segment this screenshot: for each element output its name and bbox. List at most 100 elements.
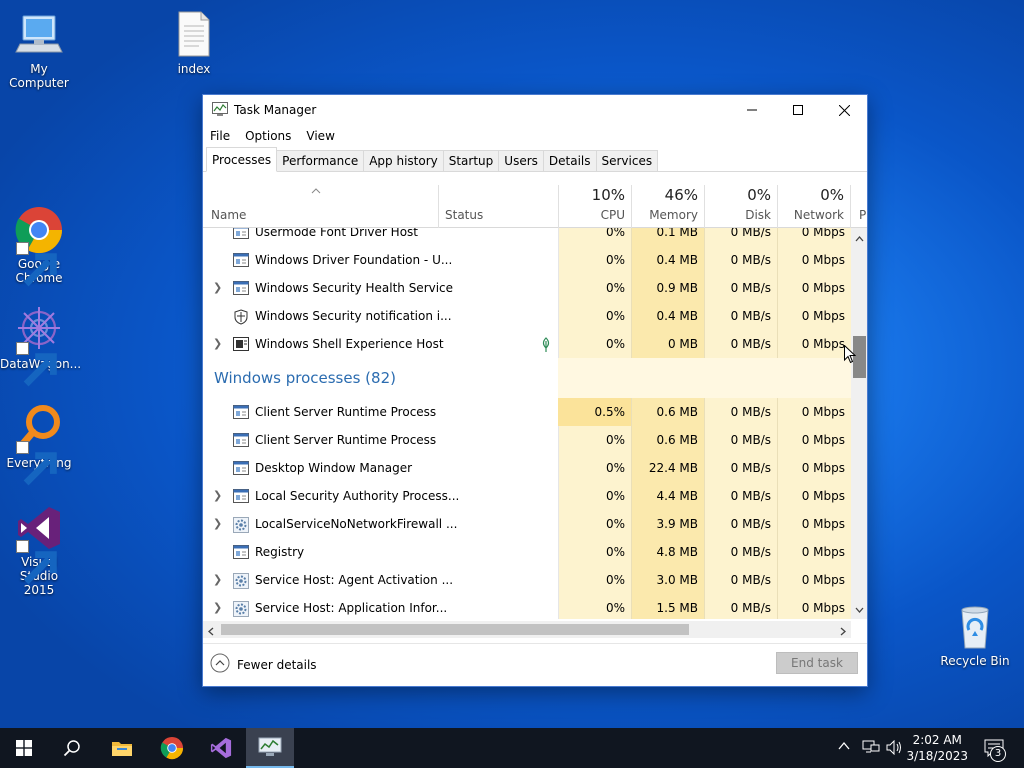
process-row[interactable]: Windows Security notification i... 0% 0.4 …: [203, 302, 851, 330]
column-header-row: Name Status 10% CPU 46% Memory 0% Disk 0…: [203, 173, 867, 228]
desktop-icon-recycle-bin[interactable]: Recycle Bin: [936, 602, 1014, 668]
taskbar-chrome[interactable]: [148, 728, 196, 768]
task-manager-window: Task Manager File Options View Processes…: [202, 94, 868, 687]
expand-chevron-icon[interactable]: ❯: [213, 594, 222, 619]
process-name: Registry: [255, 545, 305, 559]
process-window-icon: [233, 461, 249, 475]
tab-app-history[interactable]: App history: [363, 150, 444, 171]
file-explorer-icon: [112, 742, 132, 756]
scroll-left-arrow-icon[interactable]: [208, 625, 214, 639]
network-icon[interactable]: [862, 740, 880, 758]
column-header-status[interactable]: Status: [438, 173, 558, 228]
vertical-scrollbar[interactable]: [851, 228, 867, 619]
expand-chevron-icon[interactable]: ❯: [213, 274, 222, 302]
process-name: Windows Shell Experience Host: [255, 337, 444, 351]
start-button[interactable]: [0, 728, 48, 768]
process-row[interactable]: ❯ Local Security Authority Process... 0% 4.…: [203, 482, 851, 510]
cpu-value: 0%: [605, 545, 625, 559]
column-header-name[interactable]: Name: [203, 173, 438, 228]
menu-view[interactable]: View: [306, 129, 334, 143]
process-row[interactable]: Usermode Font Driver Host 0% 0.1 MB 0 MB/s 0…: [203, 228, 851, 246]
task-manager-app-icon: [212, 101, 228, 119]
cpu-value: 0.5%: [594, 405, 626, 419]
column-header-memory[interactable]: 46% Memory: [631, 173, 704, 228]
system-clock[interactable]: 2:02 AM 3/18/2023: [906, 732, 968, 764]
tab-processes[interactable]: Processes: [206, 147, 278, 172]
expand-chevron-icon[interactable]: ❯: [213, 510, 222, 538]
tab-details[interactable]: Details: [542, 150, 597, 171]
process-row[interactable]: Client Server Runtime Process 0% 0.6 MB 0 M…: [203, 426, 851, 454]
process-row[interactable]: ❯ Windows Shell Experience Host 0% 0 MB 0 MB…: [203, 330, 851, 358]
scroll-down-arrow-icon[interactable]: [855, 602, 864, 616]
process-row[interactable]: Windows Driver Foundation - U... 0% 0.4 MB…: [203, 246, 851, 274]
desktop-icon-my-computer[interactable]: My Computer: [0, 10, 78, 90]
disk-value: 0 MB/s: [730, 573, 771, 587]
scroll-right-arrow-icon[interactable]: [840, 625, 846, 639]
datawagon-icon: [14, 305, 64, 387]
process-window-icon: [233, 253, 249, 267]
desktop-icon-everything[interactable]: Everything: [0, 404, 78, 486]
process-window-icon: [233, 228, 249, 239]
process-row[interactable]: Registry 0% 4.8 MB 0 MB/s 0 Mbps: [203, 538, 851, 566]
network-value: 0 Mbps: [801, 309, 845, 323]
expand-chevron-icon[interactable]: ❯: [213, 330, 222, 358]
chrome-icon: [160, 736, 184, 760]
document-icon: [169, 10, 219, 60]
shield-icon: [233, 309, 249, 325]
tab-startup[interactable]: Startup: [442, 150, 500, 171]
column-header-cpu[interactable]: 10% CPU: [558, 173, 631, 228]
close-button[interactable]: [821, 95, 867, 125]
process-name: Usermode Font Driver Host: [255, 228, 418, 239]
expand-chevron-icon[interactable]: ❯: [213, 566, 222, 594]
tab-services[interactable]: Services: [595, 150, 659, 171]
taskbar-search-button[interactable]: [48, 728, 96, 768]
network-value: 0 Mbps: [801, 601, 845, 615]
scroll-up-arrow-icon[interactable]: [855, 231, 864, 245]
menu-bar: File Options View: [203, 125, 867, 147]
recycle-bin-icon: [950, 602, 1000, 652]
title-bar[interactable]: Task Manager: [203, 95, 867, 125]
process-name: Client Server Runtime Process: [255, 433, 437, 447]
process-row[interactable]: Desktop Window Manager 0% 22.4 MB 0 MB/s 0 M…: [203, 454, 851, 482]
column-header-power-partial[interactable]: P: [850, 173, 867, 228]
horizontal-scrollbar[interactable]: [203, 621, 851, 638]
group-header-windows-processes[interactable]: Windows processes (82): [214, 369, 396, 387]
action-center-button[interactable]: 3: [982, 728, 1024, 768]
maximize-button[interactable]: [775, 95, 821, 125]
cpu-value: 0%: [605, 309, 625, 323]
desktop-icon-visual-studio[interactable]: Visual Studio 2015: [0, 503, 78, 597]
cpu-total-percent: 10%: [591, 186, 625, 204]
search-icon: [63, 740, 80, 757]
network-value: 0 Mbps: [801, 253, 845, 267]
disk-value: 0 MB/s: [730, 405, 771, 419]
taskbar-task-manager[interactable]: [246, 728, 294, 768]
tab-users[interactable]: Users: [498, 150, 544, 171]
horizontal-scroll-thumb[interactable]: [221, 624, 689, 635]
menu-options[interactable]: Options: [245, 129, 291, 143]
column-header-disk[interactable]: 0% Disk: [704, 173, 777, 228]
network-value: 0 Mbps: [801, 405, 845, 419]
minimize-button[interactable]: [729, 95, 775, 125]
desktop-icon-datawagon[interactable]: DataWagon...: [0, 305, 81, 387]
network-value: 0 Mbps: [801, 228, 845, 239]
disk-value: 0 MB/s: [730, 601, 771, 615]
taskbar-file-explorer[interactable]: [98, 728, 146, 768]
taskbar-visual-studio[interactable]: [197, 728, 245, 768]
process-row[interactable]: Client Server Runtime Process 0.5% 0.6 MB 0…: [203, 398, 851, 426]
process-row[interactable]: ❯ Windows Security Health Service 0% 0.9 MB…: [203, 274, 851, 302]
process-row[interactable]: ❯ LocalServiceNoNetworkFirewall ... 0% 3.9 …: [203, 510, 851, 538]
end-task-button[interactable]: End task: [776, 652, 858, 674]
cpu-value: 0%: [605, 228, 625, 239]
desktop-icon-index[interactable]: index: [155, 10, 233, 76]
fewer-details-button[interactable]: Fewer details: [210, 653, 317, 676]
expand-chevron-icon[interactable]: ❯: [213, 482, 222, 510]
tab-performance[interactable]: Performance: [276, 150, 365, 171]
process-row[interactable]: ❯ Service Host: Application Infor... 0% 1.5…: [203, 594, 851, 619]
desktop-icon-google-chrome[interactable]: Google Chrome: [0, 205, 78, 287]
column-header-network[interactable]: 0% Network: [777, 173, 850, 228]
menu-file[interactable]: File: [210, 129, 230, 143]
show-hidden-icons-chevron-icon[interactable]: [838, 740, 850, 754]
process-row[interactable]: ❯ Service Host: Agent Activation ... 0% 3.0…: [203, 566, 851, 594]
volume-icon[interactable]: [886, 739, 904, 758]
start-icon: [16, 740, 32, 756]
